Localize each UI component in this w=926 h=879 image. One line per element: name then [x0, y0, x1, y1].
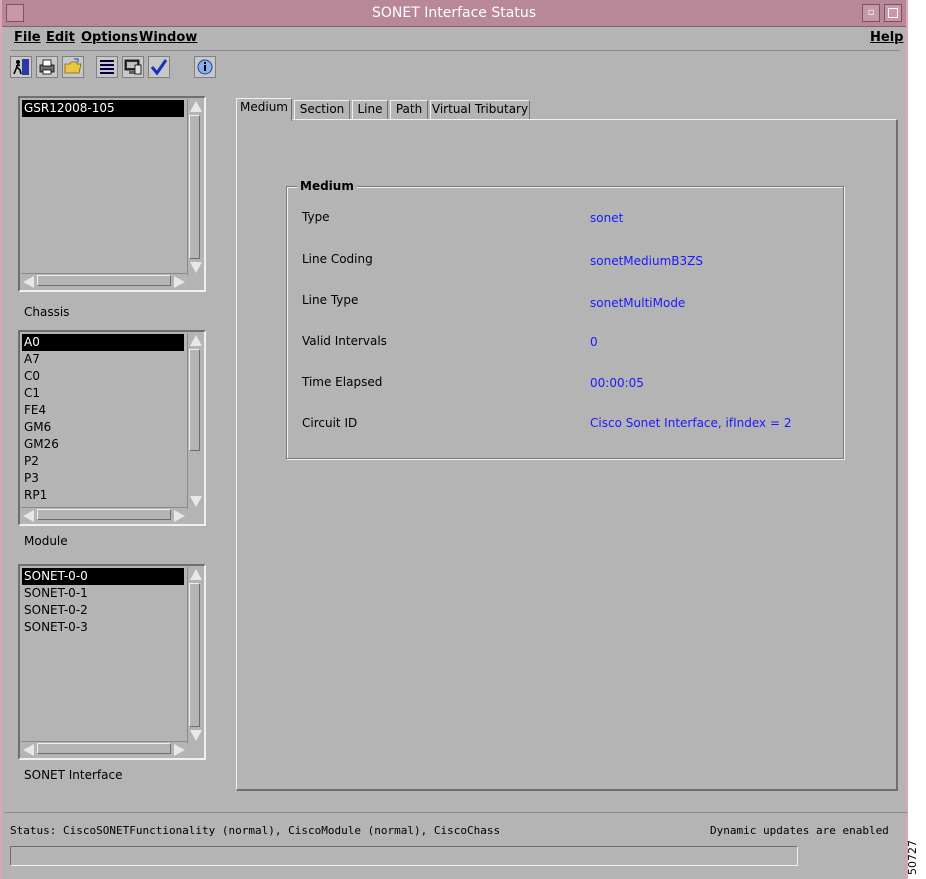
module-list-item[interactable]: P3 [22, 470, 184, 487]
scroll-thumb[interactable] [189, 115, 200, 259]
scroll-down-icon[interactable] [190, 496, 202, 507]
time-elapsed-value: 00:00:05 [590, 376, 644, 390]
checkmark-icon [150, 59, 168, 76]
module-list-item[interactable]: GM6 [22, 419, 184, 436]
chassis-vertical-scrollbar[interactable] [187, 99, 203, 275]
module-list-items: A0 A7 C0 C1 FE4 GM6 GM26 P2 P3 RP1 [22, 334, 184, 504]
module-list[interactable]: A0 A7 C0 C1 FE4 GM6 GM26 P2 P3 RP1 [18, 330, 206, 526]
module-list-item[interactable]: C0 [22, 368, 184, 385]
module-list-item[interactable]: FE4 [22, 402, 184, 419]
interface-list-items: SONET-0-0 SONET-0-1 SONET-0-2 SONET-0-3 [22, 568, 184, 636]
chassis-label: Chassis [24, 305, 70, 319]
open-button[interactable] [62, 56, 84, 78]
sonet-interface-status-window: SONET Interface Status ▫ File Edit Optio… [0, 0, 908, 879]
module-list-item[interactable]: A7 [22, 351, 184, 368]
scroll-down-icon[interactable] [190, 262, 202, 273]
monitor-icon [124, 59, 142, 75]
chassis-list[interactable]: GSR12008-105 [18, 96, 206, 292]
scroll-right-icon[interactable] [174, 276, 185, 288]
line-coding-value: sonetMediumB3ZS [590, 254, 703, 268]
scroll-thumb[interactable] [37, 509, 171, 520]
progress-bar [10, 846, 798, 866]
check-button[interactable] [148, 56, 170, 78]
medium-tab-panel: Medium Type sonet Line Coding sonetMediu… [236, 119, 898, 791]
scroll-left-icon[interactable] [23, 276, 34, 288]
menu-edit[interactable]: Edit [46, 30, 75, 45]
circuit-id-label: Circuit ID [302, 416, 358, 430]
window-title: SONET Interface Status [372, 5, 536, 21]
dynamic-updates-status: Dynamic updates are enabled [710, 824, 889, 837]
scroll-thumb[interactable] [37, 275, 171, 286]
tab-path[interactable]: Path [390, 100, 428, 119]
tab-medium[interactable]: Medium [236, 98, 292, 121]
time-elapsed-label: Time Elapsed [302, 375, 383, 389]
module-list-item[interactable]: RP1 [22, 487, 184, 504]
open-folder-icon [64, 58, 82, 74]
scroll-left-icon[interactable] [23, 510, 34, 522]
scroll-thumb[interactable] [37, 743, 171, 754]
interface-vertical-scrollbar[interactable] [187, 567, 203, 743]
list-view-button[interactable] [96, 56, 118, 78]
list-view-icon [100, 60, 114, 74]
medium-group-legend: Medium [297, 179, 357, 193]
figure-number: 50727 [906, 840, 919, 876]
module-horizontal-scrollbar[interactable] [21, 507, 187, 523]
scroll-up-icon[interactable] [190, 101, 202, 112]
medium-group: Medium Type sonet Line Coding sonetMediu… [286, 179, 844, 459]
info-icon [197, 59, 213, 75]
interface-horizontal-scrollbar[interactable] [21, 741, 187, 757]
interface-list-item[interactable]: SONET-0-3 [22, 619, 184, 636]
module-label: Module [24, 534, 68, 548]
toolbar [10, 54, 900, 82]
scroll-thumb[interactable] [189, 349, 200, 451]
print-button[interactable] [36, 56, 58, 78]
valid-intervals-label: Valid Intervals [302, 334, 387, 348]
scroll-right-icon[interactable] [174, 744, 185, 756]
menu-file[interactable]: File [14, 30, 41, 45]
valid-intervals-value: 0 [590, 335, 598, 349]
title-bar[interactable]: SONET Interface Status ▫ [2, 0, 906, 27]
menu-window[interactable]: Window [139, 30, 197, 45]
scroll-left-icon[interactable] [23, 744, 34, 756]
menu-options[interactable]: Options [81, 30, 138, 45]
type-value: sonet [590, 211, 624, 225]
module-vertical-scrollbar[interactable] [187, 333, 203, 509]
tab-virtual-tributary[interactable]: Virtual Tributary [430, 100, 530, 119]
module-list-item[interactable]: A0 [22, 334, 184, 351]
chassis-horizontal-scrollbar[interactable] [21, 273, 187, 289]
sonet-interface-label: SONET Interface [24, 768, 123, 782]
line-type-label: Line Type [302, 293, 359, 307]
menu-bar: File Edit Options Window Help [10, 26, 903, 51]
module-list-item[interactable]: GM26 [22, 436, 184, 453]
module-list-item[interactable]: C1 [22, 385, 184, 402]
interface-list-item[interactable]: SONET-0-1 [22, 585, 184, 602]
chassis-list-item[interactable]: GSR12008-105 [22, 100, 184, 117]
interface-list-item[interactable]: SONET-0-2 [22, 602, 184, 619]
scroll-up-icon[interactable] [190, 569, 202, 580]
line-type-value: sonetMultiMode [590, 296, 686, 310]
tab-line[interactable]: Line [352, 100, 388, 119]
monitor-button[interactable] [122, 56, 144, 78]
status-divider [4, 812, 908, 813]
sonet-interface-list[interactable]: SONET-0-0 SONET-0-1 SONET-0-2 SONET-0-3 [18, 564, 206, 760]
menu-help[interactable]: Help [870, 30, 903, 45]
circuit-id-value: Cisco Sonet Interface, ifIndex = 2 [590, 416, 792, 430]
exit-button[interactable] [10, 56, 32, 78]
type-label: Type [302, 210, 330, 224]
scroll-up-icon[interactable] [190, 335, 202, 346]
status-text: Status: CiscoSONETFunctionality (normal)… [10, 824, 500, 837]
info-button[interactable] [194, 56, 216, 78]
scroll-right-icon[interactable] [174, 510, 185, 522]
interface-list-item[interactable]: SONET-0-0 [22, 568, 184, 585]
scroll-down-icon[interactable] [190, 730, 202, 741]
scroll-thumb[interactable] [189, 583, 200, 727]
tab-section[interactable]: Section [294, 100, 350, 119]
line-coding-label: Line Coding [302, 252, 373, 266]
minimize-button[interactable]: ▫ [862, 4, 880, 22]
maximize-button[interactable] [884, 4, 902, 22]
print-icon [39, 59, 55, 75]
chassis-list-items: GSR12008-105 [22, 100, 184, 117]
module-list-item[interactable]: P2 [22, 453, 184, 470]
exit-icon [13, 59, 29, 75]
